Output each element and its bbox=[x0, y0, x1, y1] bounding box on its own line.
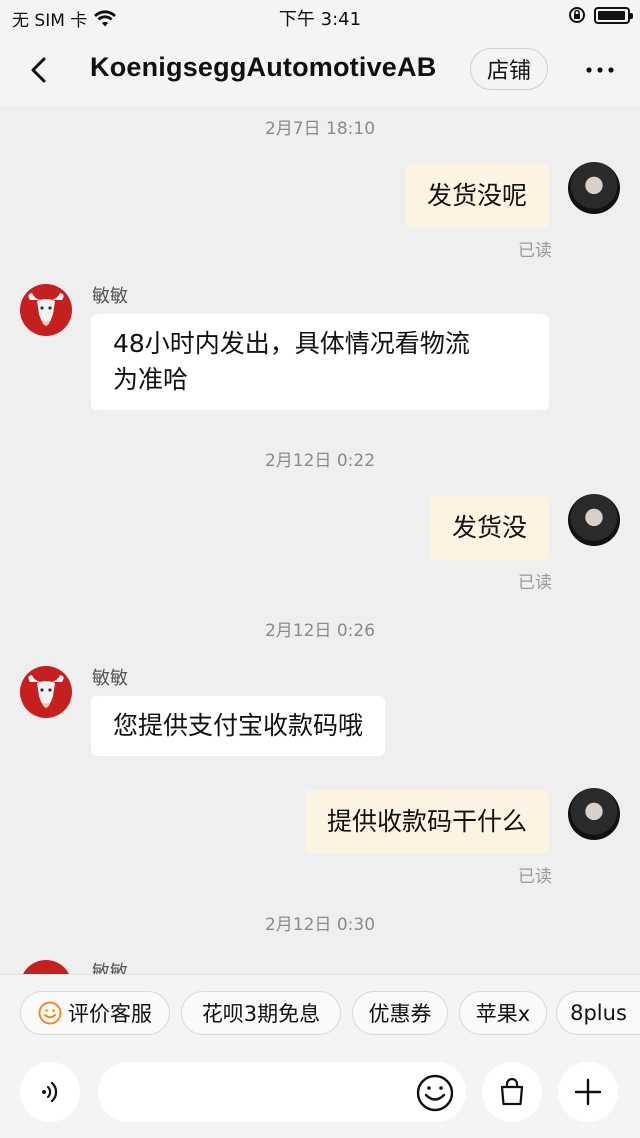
avatar-seller[interactable] bbox=[20, 960, 72, 974]
sender-name: 敏敏 bbox=[92, 668, 128, 689]
read-status: 已读 bbox=[518, 241, 552, 261]
read-status: 已读 bbox=[518, 867, 552, 887]
plus-icon bbox=[574, 1078, 602, 1106]
timestamp: 2月12日 0:30 bbox=[264, 915, 376, 935]
chat-list[interactable]: 2月7日 18:10 发货没呢 已读 敏敏 48小时内发出，具体情况看物流 为准… bbox=[0, 106, 640, 974]
battery-fill bbox=[598, 10, 625, 20]
emoji-icon[interactable] bbox=[414, 1072, 456, 1114]
add-button[interactable] bbox=[558, 1062, 618, 1122]
page-title: KoenigseggAutomotiveAB bbox=[90, 52, 437, 82]
message-input[interactable] bbox=[98, 1062, 466, 1122]
status-bar: 无 SIM 卡 下午 3:41 bbox=[0, 0, 640, 34]
rotation-lock-icon bbox=[569, 7, 585, 23]
avatar-seller[interactable] bbox=[20, 666, 72, 718]
shopping-bag-icon bbox=[500, 1077, 524, 1106]
timestamp: 2月12日 0:26 bbox=[264, 621, 376, 641]
quick-reply-chip[interactable]: 花呗3期免息 bbox=[181, 991, 341, 1035]
timestamp: 2月7日 18:10 bbox=[264, 119, 376, 139]
quick-reply-label: 8plus bbox=[570, 1001, 627, 1025]
quick-reply-label: 评价客服 bbox=[68, 1002, 152, 1026]
message-bubble-other[interactable]: 您提供支付宝收款码哦 bbox=[91, 696, 386, 756]
bull-logo-icon bbox=[28, 293, 64, 326]
battery-icon bbox=[594, 6, 633, 24]
message-line: 48小时内发出，具体情况看物流 bbox=[113, 329, 470, 358]
message-bubble-self[interactable]: 发货没呢 bbox=[404, 164, 549, 228]
quick-reply-label: 苹果x bbox=[475, 1002, 531, 1026]
shop-button[interactable]: 店铺 bbox=[470, 48, 548, 90]
quick-reply-chip[interactable]: 优惠券 bbox=[352, 991, 448, 1035]
more-dots-icon[interactable] bbox=[584, 58, 616, 82]
quick-reply-chip[interactable]: 8plus bbox=[556, 991, 640, 1035]
quick-reply-label: 优惠券 bbox=[368, 1002, 432, 1026]
quick-reply-bar: 评价客服 花呗3期免息 优惠券 苹果x 8plus bbox=[0, 974, 640, 1052]
clock: 下午 3:41 bbox=[278, 9, 362, 30]
chevron-left-icon[interactable] bbox=[22, 52, 58, 88]
quick-reply-chip[interactable]: 苹果x bbox=[459, 991, 547, 1035]
voice-button[interactable] bbox=[20, 1062, 80, 1122]
sender-name: 敏敏 bbox=[92, 286, 128, 307]
quick-reply-label: 花呗3期免息 bbox=[201, 1002, 321, 1026]
read-status: 已读 bbox=[518, 573, 552, 593]
order-button[interactable] bbox=[482, 1062, 542, 1122]
avatar-self[interactable] bbox=[568, 788, 620, 840]
message-line: 为准哈 bbox=[113, 365, 189, 394]
sender-name: 敏敏 bbox=[92, 962, 128, 974]
voice-icon bbox=[42, 1081, 58, 1103]
navigation-bar: KoenigseggAutomotiveAB 店铺 bbox=[0, 34, 640, 106]
smile-icon bbox=[38, 1001, 62, 1025]
timestamp: 2月12日 0:22 bbox=[264, 451, 376, 471]
quick-reply-chip[interactable]: 评价客服 bbox=[20, 991, 170, 1035]
input-bar bbox=[0, 1052, 640, 1138]
message-bubble-other[interactable]: 48小时内发出，具体情况看物流 为准哈 bbox=[91, 314, 549, 410]
avatar-seller[interactable] bbox=[20, 284, 72, 336]
avatar-self[interactable] bbox=[568, 162, 620, 214]
message-bubble-self[interactable]: 提供收款码干什么 bbox=[304, 790, 549, 854]
status-right bbox=[568, 6, 633, 24]
message-bubble-self[interactable]: 发货没 bbox=[429, 496, 549, 560]
avatar-self[interactable] bbox=[568, 494, 620, 546]
bull-logo-icon bbox=[28, 675, 64, 708]
